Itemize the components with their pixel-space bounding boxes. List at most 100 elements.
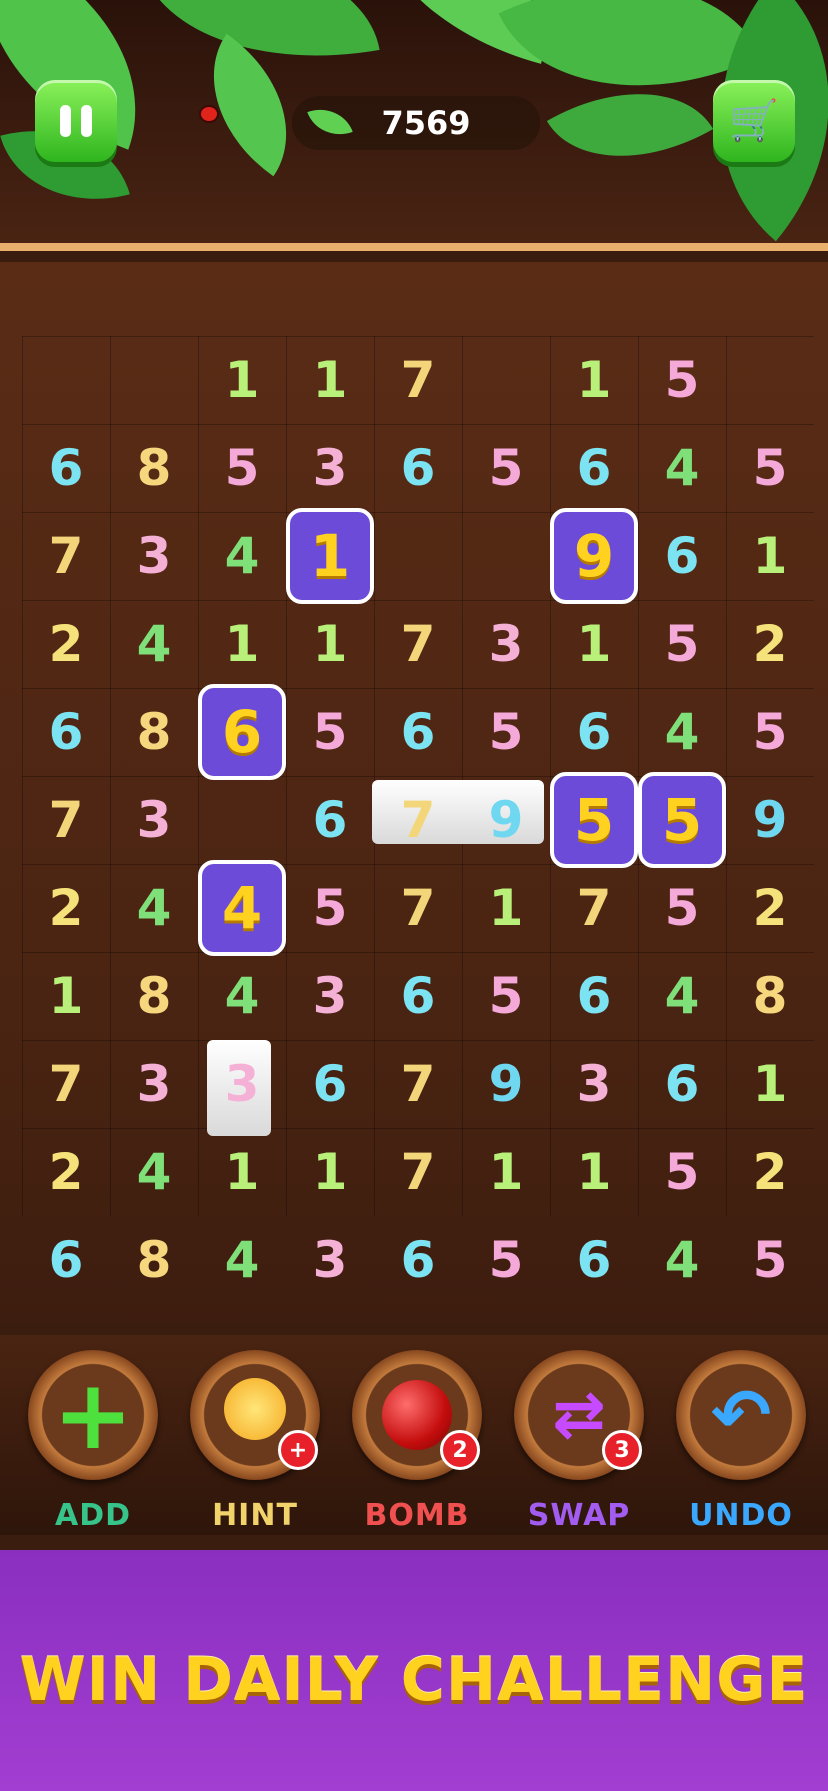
number-cell[interactable]: 5	[726, 688, 814, 776]
number-cell[interactable]: 5	[462, 952, 550, 1040]
number-cell[interactable]: 1	[286, 600, 374, 688]
number-cell[interactable]: 4	[638, 424, 726, 512]
number-cell[interactable]: 2	[22, 864, 110, 952]
selected-number-tile[interactable]: 4	[198, 860, 286, 956]
number-cell[interactable]: 5	[638, 864, 726, 952]
number-cell[interactable]: 3	[286, 952, 374, 1040]
number-cell[interactable]: 8	[110, 688, 198, 776]
number-cell[interactable]: 5	[638, 336, 726, 424]
number-cell[interactable]: 1	[198, 1128, 286, 1216]
number-cell[interactable]: 5	[638, 1128, 726, 1216]
number-cell[interactable]: 4	[110, 864, 198, 952]
number-cell[interactable]: 6	[374, 952, 462, 1040]
number-cell[interactable]: 7	[374, 1040, 462, 1128]
number-cell[interactable]: 2	[726, 864, 814, 952]
number-cell[interactable]: 9	[726, 776, 814, 864]
number-cell[interactable]: 6	[550, 688, 638, 776]
number-cell[interactable]: 9	[462, 1040, 550, 1128]
number-cell[interactable]: 5	[286, 688, 374, 776]
number-cell[interactable]: 6	[638, 1040, 726, 1128]
number-cell[interactable]: 4	[198, 512, 286, 600]
number-cell[interactable]: 6	[374, 1216, 462, 1304]
number-cell[interactable]: 3	[462, 600, 550, 688]
number-cell[interactable]: 2	[22, 600, 110, 688]
number-cell[interactable]: 1	[286, 1128, 374, 1216]
number-cell[interactable]: 1	[462, 864, 550, 952]
number-cell[interactable]: 6	[22, 424, 110, 512]
number-cell[interactable]: 1	[198, 600, 286, 688]
number-cell[interactable]: 2	[726, 600, 814, 688]
number-cell[interactable]: 6	[550, 952, 638, 1040]
number-cell[interactable]: 1	[286, 336, 374, 424]
number-cell[interactable]: 1	[550, 1128, 638, 1216]
number-cell[interactable]: 8	[110, 1216, 198, 1304]
shop-button[interactable]: 🛒	[713, 80, 795, 162]
number-cell[interactable]: 3	[286, 424, 374, 512]
number-cell[interactable]: 7	[374, 1128, 462, 1216]
number-cell[interactable]: 6	[286, 776, 374, 864]
number-cell[interactable]: 5	[462, 424, 550, 512]
bomb-button[interactable]: 2 BOMB	[352, 1350, 482, 1533]
undo-button[interactable]: ↶ UNDO	[676, 1350, 806, 1533]
pause-button[interactable]	[35, 80, 117, 162]
number-cell[interactable]: 5	[726, 1216, 814, 1304]
selected-number-tile[interactable]: 1	[286, 508, 374, 604]
number-cell[interactable]: 4	[638, 1216, 726, 1304]
number-cell[interactable]: 1	[726, 1040, 814, 1128]
number-cell[interactable]: 7	[374, 336, 462, 424]
number-cell[interactable]: 3	[550, 1040, 638, 1128]
number-cell[interactable]: 6	[550, 424, 638, 512]
number-cell[interactable]: 7	[22, 512, 110, 600]
number-cell[interactable]: 1	[550, 600, 638, 688]
selected-number-tile[interactable]: 9	[550, 508, 638, 604]
number-cell[interactable]: 3	[198, 1040, 286, 1128]
hint-button[interactable]: + HINT	[190, 1350, 320, 1533]
cell-digit: 4	[136, 879, 172, 937]
number-cell[interactable]: 8	[726, 952, 814, 1040]
number-cell[interactable]: 4	[198, 952, 286, 1040]
number-cell[interactable]: 3	[110, 1040, 198, 1128]
number-cell[interactable]: 1	[550, 336, 638, 424]
selected-number-tile[interactable]: 5	[638, 772, 726, 868]
number-cell[interactable]: 4	[198, 1216, 286, 1304]
number-cell[interactable]: 9	[462, 776, 550, 864]
number-cell[interactable]: 8	[110, 952, 198, 1040]
number-cell[interactable]: 2	[22, 1128, 110, 1216]
number-cell[interactable]: 1	[22, 952, 110, 1040]
number-cell[interactable]: 4	[110, 600, 198, 688]
number-cell[interactable]: 6	[638, 512, 726, 600]
selected-number-tile[interactable]: 6	[198, 684, 286, 780]
add-button[interactable]: + ADD	[28, 1350, 158, 1533]
number-cell[interactable]: 6	[22, 1216, 110, 1304]
number-cell[interactable]: 1	[198, 336, 286, 424]
number-cell[interactable]: 1	[462, 1128, 550, 1216]
number-cell[interactable]: 5	[198, 424, 286, 512]
number-cell[interactable]: 7	[374, 600, 462, 688]
number-cell[interactable]: 7	[374, 864, 462, 952]
number-cell[interactable]: 6	[22, 688, 110, 776]
number-cell[interactable]: 6	[286, 1040, 374, 1128]
number-cell[interactable]: 5	[462, 1216, 550, 1304]
number-cell[interactable]: 4	[110, 1128, 198, 1216]
number-cell[interactable]: 3	[286, 1216, 374, 1304]
number-cell[interactable]: 5	[638, 600, 726, 688]
number-cell[interactable]: 8	[110, 424, 198, 512]
number-cell[interactable]: 3	[110, 776, 198, 864]
number-cell[interactable]: 3	[110, 512, 198, 600]
number-cell[interactable]: 7	[374, 776, 462, 864]
number-cell[interactable]: 6	[550, 1216, 638, 1304]
number-cell[interactable]: 1	[726, 512, 814, 600]
number-cell[interactable]: 5	[462, 688, 550, 776]
number-cell[interactable]: 4	[638, 952, 726, 1040]
number-cell[interactable]: 5	[726, 424, 814, 512]
number-cell[interactable]: 2	[726, 1128, 814, 1216]
number-cell[interactable]: 6	[374, 688, 462, 776]
number-cell[interactable]: 4	[638, 688, 726, 776]
selected-number-tile[interactable]: 5	[550, 772, 638, 868]
number-cell[interactable]: 7	[550, 864, 638, 952]
swap-button[interactable]: ⇄ 3 SWAP	[514, 1350, 644, 1533]
number-cell[interactable]: 7	[22, 776, 110, 864]
number-cell[interactable]: 6	[374, 424, 462, 512]
number-cell[interactable]: 7	[22, 1040, 110, 1128]
number-cell[interactable]: 5	[286, 864, 374, 952]
